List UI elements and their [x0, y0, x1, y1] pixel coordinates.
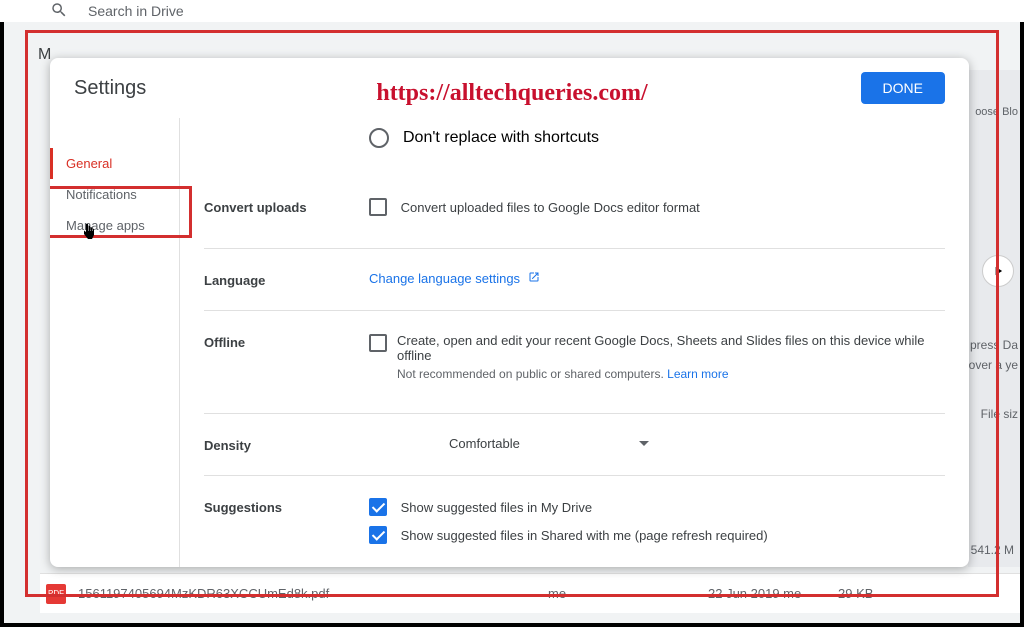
density-dropdown[interactable]: Comfortable: [449, 436, 649, 451]
search-icon: [50, 1, 68, 22]
search-placeholder: Search in Drive: [88, 3, 184, 19]
suggestions-section: Suggestions Show suggested files in My D…: [204, 476, 945, 567]
language-section: Language Change language settings: [204, 249, 945, 311]
convert-label: Convert uploads: [204, 198, 369, 226]
offline-text: Create, open and edit your recent Google…: [397, 333, 945, 363]
dialog-title: Settings: [74, 77, 146, 100]
search-bar: Search in Drive: [0, 0, 1024, 22]
offline-subtext: Not recommended on public or shared comp…: [397, 367, 667, 381]
convert-section: Convert uploads Convert uploaded files t…: [204, 176, 945, 249]
density-label: Density: [204, 436, 369, 453]
radio-label: Don't replace with shortcuts: [403, 129, 599, 147]
convert-checkbox[interactable]: [369, 198, 387, 216]
density-value: Comfortable: [449, 436, 520, 451]
offline-label: Offline: [204, 333, 369, 391]
offline-section: Offline Create, open and edit your recen…: [204, 311, 945, 414]
suggestions-shared-checkbox[interactable]: [369, 526, 387, 544]
suggestions-label: Suggestions: [204, 498, 369, 554]
offline-checkbox[interactable]: [369, 334, 387, 352]
language-link[interactable]: Change language settings: [369, 271, 540, 286]
chevron-down-icon: [639, 441, 649, 446]
sidebar-item-notifications[interactable]: Notifications: [50, 179, 179, 210]
settings-sidebar: General Notifications Manage apps: [50, 118, 180, 567]
sidebar-item-general[interactable]: General: [50, 148, 179, 179]
sidebar-item-manage-apps[interactable]: Manage apps: [50, 210, 179, 241]
density-section: Density Comfortable: [204, 414, 945, 476]
watermark-url: https://alltechqueries.com/: [376, 80, 647, 107]
suggestions-opt1: Show suggested files in My Drive: [401, 500, 592, 515]
suggestions-mydrive-checkbox[interactable]: [369, 498, 387, 516]
suggestions-opt2: Show suggested files in Shared with me (…: [401, 528, 768, 543]
radio-dont-replace[interactable]: [369, 128, 389, 148]
done-button[interactable]: DONE: [861, 72, 945, 104]
shortcut-section: Don't replace with shortcuts: [204, 118, 945, 176]
external-link-icon: [528, 271, 540, 286]
learn-more-link[interactable]: Learn more: [667, 367, 728, 381]
convert-text: Convert uploaded files to Google Docs ed…: [401, 200, 700, 215]
settings-content: Don't replace with shortcuts Convert upl…: [180, 118, 969, 567]
settings-dialog: Settings DONE General Notifications Mana…: [50, 58, 969, 567]
language-label: Language: [204, 271, 369, 288]
